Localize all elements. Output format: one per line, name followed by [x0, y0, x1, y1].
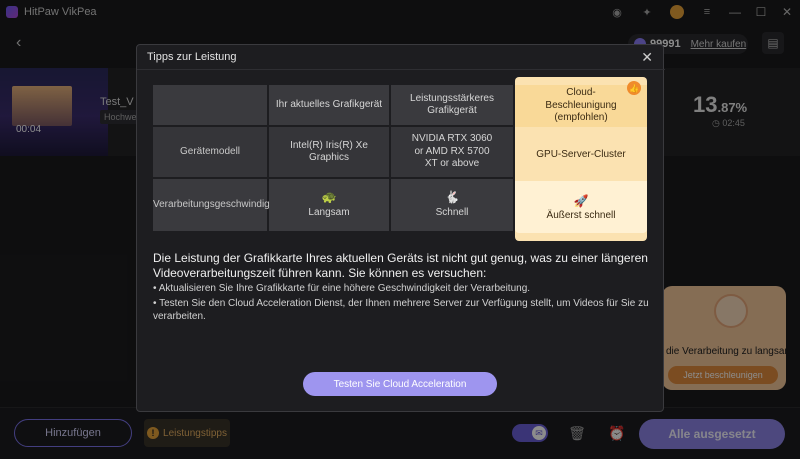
cloud-acceleration-column: Cloud-Beschleunigung (empfohlen) 👍 GPU-S… — [515, 77, 647, 241]
rocket-small-icon: 🚀 — [573, 193, 589, 208]
speed-current: 🐢 Langsam — [269, 179, 389, 231]
dialog-divider — [137, 69, 665, 70]
column-current-device: Ihr aktuelles Grafikgerät — [269, 85, 389, 125]
model-current: Intel(R) Iris(R) Xe Graphics — [269, 127, 389, 177]
thumbs-up-icon: 👍 — [627, 81, 641, 95]
speed-cloud: 🚀 Äußerst schnell — [515, 181, 647, 233]
try-cloud-acceleration-button[interactable]: Testen Sie Cloud Acceleration — [303, 372, 497, 396]
column-cloud-label: Cloud-Beschleunigung (empfohlen) — [545, 87, 617, 124]
speed-stronger: 🐇 Schnell — [391, 179, 513, 231]
speed-stronger-label: Schnell — [435, 207, 469, 219]
turtle-icon: 🐢 — [321, 190, 337, 205]
tip-bullet-1: • Aktualisieren Sie Ihre Grafikkarte für… — [153, 283, 531, 294]
column-stronger-device: Leistungsstärkeres Grafikgerät — [391, 85, 513, 125]
speed-cloud-label: Äußerst schnell — [546, 209, 616, 221]
row-label-model: Gerätemodell — [153, 127, 267, 177]
model-cloud: GPU-Server-Cluster — [536, 148, 626, 160]
table-header-empty — [153, 85, 267, 125]
dialog-description: Die Leistung der Grafikkarte Ihres aktue… — [153, 251, 648, 280]
rabbit-icon: 🐇 — [444, 190, 460, 205]
dialog-title: Tipps zur Leistung — [147, 51, 237, 63]
tip-bullet-2: • Testen Sie den Cloud Acceleration Dien… — [153, 298, 649, 322]
speed-current-label: Langsam — [308, 207, 350, 219]
model-stronger: NVIDIA RTX 3060 or AMD RX 5700 XT or abo… — [391, 127, 513, 177]
row-label-speed: Verarbeitungsgeschwindigkeit — [153, 179, 285, 231]
close-icon[interactable]: ✕ — [641, 49, 653, 66]
performance-tips-dialog: Tipps zur Leistung ✕ Ihr aktuelles Grafi… — [136, 44, 665, 412]
comparison-table: Ihr aktuelles Grafikgerät Leistungsstärk… — [153, 77, 647, 241]
